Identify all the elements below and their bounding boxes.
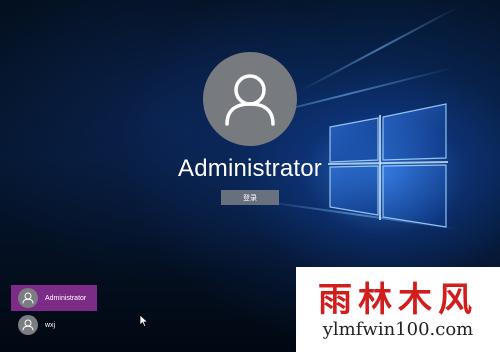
- user-silhouette-icon: [18, 315, 38, 335]
- user-tile-label: wxj: [45, 321, 56, 329]
- watermark-url: ylmfwin100.com: [322, 319, 474, 340]
- user-tile-wxj[interactable]: wxj: [11, 312, 97, 338]
- mouse-pointer-icon: [139, 314, 149, 328]
- selected-username: Administrator: [178, 155, 322, 182]
- watermark-title: 雨林木风: [318, 280, 478, 320]
- signin-button[interactable]: 登录: [221, 190, 279, 205]
- user-silhouette-icon: [18, 288, 38, 308]
- user-silhouette-icon: [225, 74, 275, 126]
- user-tile-administrator[interactable]: Administrator: [11, 285, 97, 311]
- user-avatar: [203, 52, 297, 146]
- user-tile-label: Administrator: [45, 294, 87, 302]
- user-switcher-list: Administrator wxj: [11, 285, 97, 339]
- watermark-logo: 雨林木风 ylmfwin100.com: [296, 267, 500, 352]
